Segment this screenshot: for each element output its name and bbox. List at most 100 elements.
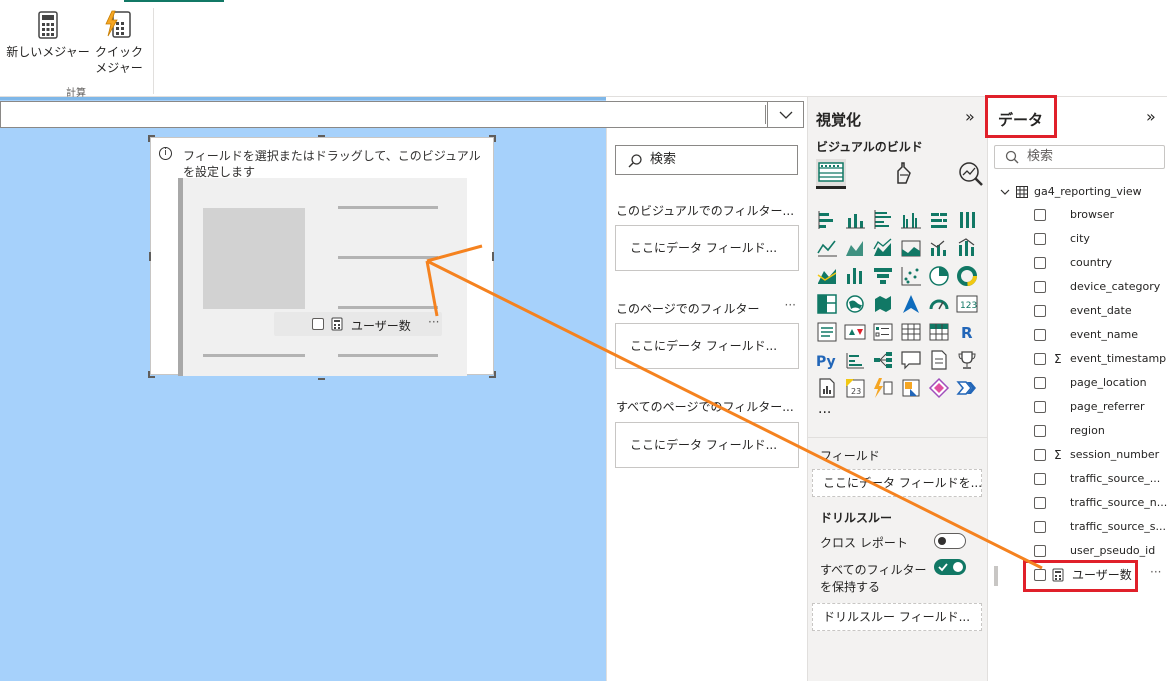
field-checkbox[interactable] <box>1034 233 1046 245</box>
stacked-column-chart-icon[interactable] <box>844 209 866 231</box>
treemap-icon[interactable] <box>816 293 838 315</box>
placeholder-box <box>203 208 305 309</box>
field-checkbox[interactable] <box>1034 425 1046 437</box>
clustered-column-chart-icon[interactable] <box>900 209 922 231</box>
resize-handle[interactable] <box>489 371 496 378</box>
page-filters-drop-well[interactable]: ここにデータ フィールド... <box>615 323 799 369</box>
line-and-clustered-column-icon[interactable] <box>928 237 950 259</box>
r-visual-icon[interactable]: R <box>956 321 978 343</box>
chevron-down-icon <box>1000 189 1010 195</box>
qa-icon[interactable] <box>900 349 922 371</box>
field-checkbox[interactable] <box>1034 353 1046 365</box>
funnel-like-column-icon[interactable] <box>844 265 866 287</box>
all-pages-filters-drop-well[interactable]: ここにデータ フィールド... <box>615 422 799 468</box>
quick-measure-label-2: メジャー <box>95 61 143 75</box>
table-icon[interactable] <box>900 321 922 343</box>
key-influencers-icon[interactable] <box>844 349 866 371</box>
100-percent-bar-chart-icon[interactable] <box>928 209 950 231</box>
collapse-visualizations-icon[interactable]: » <box>965 107 975 126</box>
field-checkbox[interactable] <box>1034 473 1046 485</box>
map-icon[interactable] <box>844 293 866 315</box>
field-checkbox[interactable] <box>1034 329 1046 341</box>
more-visuals-icon[interactable]: ··· <box>818 405 831 421</box>
build-visual-tab[interactable] <box>816 159 846 189</box>
ribbon-chart-icon[interactable] <box>956 237 978 259</box>
field-checkbox[interactable] <box>1034 545 1046 557</box>
keep-filters-toggle[interactable] <box>934 559 966 575</box>
search-icon <box>1005 150 1019 164</box>
svg-text:23: 23 <box>851 387 861 396</box>
line-chart-icon[interactable] <box>816 237 838 259</box>
line-and-stacked-column-icon[interactable] <box>900 237 922 259</box>
visual-instruction-text: フィールドを選択またはドラッグして、このビジュアルを設定します <box>183 149 481 179</box>
field-checkbox[interactable] <box>1034 449 1046 461</box>
azure-map-icon[interactable] <box>900 293 922 315</box>
gauge-icon[interactable] <box>928 293 950 315</box>
smart-narrative-icon[interactable] <box>928 349 950 371</box>
kpi-icon[interactable] <box>844 321 866 343</box>
stacked-area-chart-icon[interactable] <box>872 237 894 259</box>
clustered-bar-chart-icon[interactable] <box>872 209 894 231</box>
drillthrough-drop-well[interactable]: ドリルスルー フィールド... <box>812 603 982 631</box>
fields-drop-well[interactable]: ここにデータ フィールドを... <box>812 469 982 497</box>
resize-handle[interactable] <box>148 371 155 378</box>
chevron-flow-icon[interactable] <box>956 377 978 399</box>
decomposition-tree-icon[interactable] <box>872 349 894 371</box>
metrics-icon[interactable]: 23 <box>844 377 866 399</box>
table-icon <box>1016 186 1028 198</box>
stacked-bar-chart-icon[interactable] <box>816 209 838 231</box>
field-checkbox[interactable] <box>1034 497 1046 509</box>
python-visual-icon[interactable]: Py <box>816 349 838 371</box>
measure-more-icon[interactable]: ··· <box>1150 565 1161 579</box>
field-checkbox[interactable] <box>1034 281 1046 293</box>
donut-chart-icon[interactable] <box>956 265 978 287</box>
pie-chart-icon[interactable] <box>928 265 950 287</box>
multi-row-card-icon[interactable] <box>816 321 838 343</box>
viz-divider <box>808 437 988 438</box>
field-checkbox[interactable] <box>1034 521 1046 533</box>
matrix-icon[interactable] <box>928 321 950 343</box>
dragged-field-chip[interactable]: ユーザー数 ··· <box>274 312 442 336</box>
power-apps-icon[interactable] <box>900 377 922 399</box>
paginated-report-icon[interactable] <box>816 377 838 399</box>
100-percent-column-chart-icon[interactable] <box>956 209 978 231</box>
funnel-chart-icon[interactable] <box>872 265 894 287</box>
field-checkbox[interactable] <box>1034 377 1046 389</box>
resize-handle[interactable] <box>489 135 496 142</box>
resize-handle[interactable] <box>148 135 155 142</box>
power-apps-diamond-icon[interactable] <box>928 377 950 399</box>
trophy-icon[interactable] <box>956 349 978 371</box>
field-checkbox[interactable] <box>1034 401 1046 413</box>
resize-handle[interactable] <box>149 252 152 261</box>
field-checkbox[interactable] <box>1034 305 1046 317</box>
filter-search-input[interactable]: 検索 <box>615 145 798 175</box>
filled-map-icon[interactable] <box>872 293 894 315</box>
collapse-data-icon[interactable]: » <box>1146 107 1156 126</box>
quick-measure-button[interactable]: クイック メジャー <box>92 10 146 76</box>
resize-handle[interactable] <box>318 373 325 380</box>
slicer-icon[interactable] <box>872 321 894 343</box>
build-visual-label: ビジュアルのビルド <box>816 140 923 154</box>
field-checkbox[interactable] <box>1034 209 1046 221</box>
visual-filters-drop-well[interactable]: ここにデータ フィールド... <box>615 225 799 271</box>
placeholder-line <box>338 306 438 309</box>
power-automate-icon[interactable] <box>872 377 894 399</box>
area-chart-icon[interactable] <box>844 237 866 259</box>
visual-placeholder[interactable]: i フィールドを選択またはドラッグして、このビジュアルを設定します <box>150 137 494 376</box>
waterfall-chart-icon[interactable] <box>816 265 838 287</box>
toolbar-divider <box>765 105 766 124</box>
data-search-input[interactable]: 検索 <box>994 145 1165 169</box>
new-measure-button[interactable]: 新しいメジャー <box>6 10 90 60</box>
cross-report-toggle[interactable] <box>934 533 966 549</box>
scatter-chart-icon[interactable] <box>900 265 922 287</box>
format-visual-tab[interactable] <box>888 159 918 189</box>
resize-handle[interactable] <box>318 135 325 142</box>
toggle-knob <box>953 562 963 572</box>
analytics-tab[interactable] <box>956 159 986 189</box>
card-icon[interactable]: 123 <box>956 293 978 315</box>
page-dropdown[interactable] <box>767 102 803 127</box>
resize-handle[interactable] <box>491 252 494 261</box>
ribbon-separator <box>153 8 154 94</box>
field-checkbox[interactable] <box>1034 257 1046 269</box>
page-filters-more-icon[interactable]: ··· <box>785 298 796 312</box>
